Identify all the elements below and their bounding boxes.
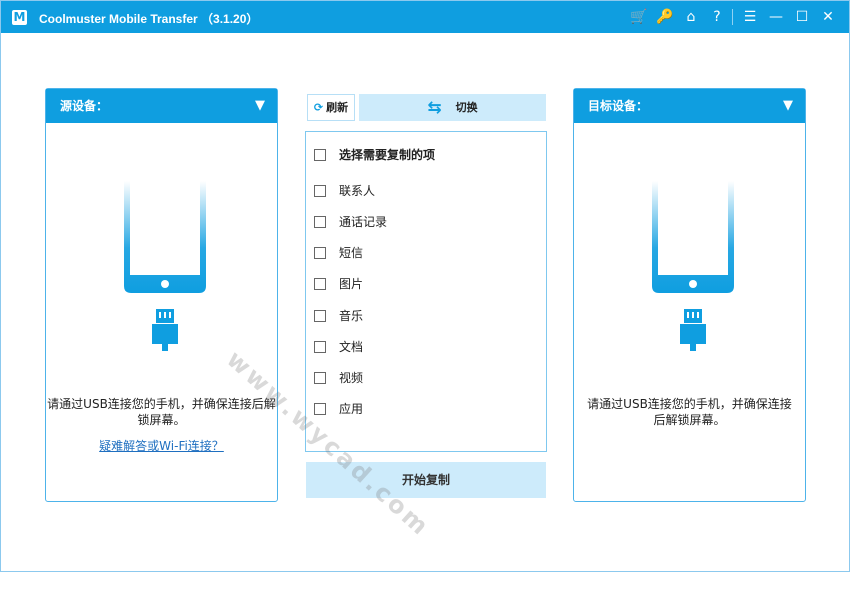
item-checkbox[interactable] xyxy=(314,309,326,322)
list-header: 选择需要复制的项 xyxy=(339,148,436,162)
home-icon[interactable]: ⌂ xyxy=(678,8,704,26)
list-item-label: 音乐 xyxy=(339,309,364,323)
list-item-label: 文档 xyxy=(339,340,364,354)
toolbar-divider xyxy=(732,9,733,25)
item-checkbox[interactable] xyxy=(314,184,326,197)
phone-usb-icon xyxy=(124,181,206,351)
select-all-checkbox[interactable] xyxy=(314,148,326,161)
phone-usb-icon xyxy=(652,181,734,351)
switch-button[interactable]: ⇆ 切换 xyxy=(359,94,546,121)
switch-label: 切换 xyxy=(455,101,478,114)
item-checkbox[interactable] xyxy=(314,340,326,353)
source-dropdown-icon[interactable]: ▼ xyxy=(255,89,265,123)
item-checkbox[interactable] xyxy=(314,215,326,228)
swap-arrows-icon: ⇆ xyxy=(427,98,442,118)
list-item-label: 通话记录 xyxy=(339,215,388,229)
list-item[interactable]: 联系人 xyxy=(314,182,375,199)
cart-icon[interactable]: 🛒 xyxy=(626,8,652,26)
title-bar[interactable]: M Coolmuster Mobile Transfer （3.1.20） 🛒 … xyxy=(1,1,849,33)
list-item[interactable]: 视频 xyxy=(314,369,363,386)
maximize-icon[interactable]: ☐ xyxy=(789,8,815,26)
target-dropdown-icon[interactable]: ▼ xyxy=(783,89,793,123)
target-device-label: 目标设备： xyxy=(588,99,649,113)
key-icon[interactable]: 🔑 xyxy=(652,8,678,26)
minimize-icon[interactable]: — xyxy=(763,8,789,26)
list-item-label: 短信 xyxy=(339,246,364,260)
source-device-panel: 源设备： ▼ 请通过USB连接您的手机，并确保连接后解锁屏幕。 疑难解答或Wi-… xyxy=(45,88,278,502)
list-item-label: 图片 xyxy=(339,277,364,291)
list-item-label: 应用 xyxy=(339,402,364,416)
list-item[interactable]: 图片 xyxy=(314,275,363,292)
select-all-row[interactable]: 选择需要复制的项 xyxy=(314,146,435,163)
item-checkbox[interactable] xyxy=(314,371,326,384)
item-checkbox[interactable] xyxy=(314,402,326,415)
refresh-button[interactable]: ⟳ 刷新 xyxy=(307,94,355,121)
target-device-panel: 目标设备： ▼ 请通过USB连接您的手机，并确保连接后解锁屏幕。 xyxy=(573,88,806,502)
content-list: 选择需要复制的项 联系人 通话记录 短信 图片 音乐 文档 视频 应用 xyxy=(305,131,547,452)
item-checkbox[interactable] xyxy=(314,277,326,290)
app-logo: M xyxy=(12,10,27,25)
help-link[interactable]: 疑难解答或Wi-Fi连接？ xyxy=(46,437,277,454)
source-device-header[interactable]: 源设备： ▼ xyxy=(46,89,277,123)
refresh-icon: ⟳ xyxy=(313,101,324,114)
target-instruction: 请通过USB连接您的手机，并确保连接后解锁屏幕。 xyxy=(587,397,792,427)
list-item[interactable]: 音乐 xyxy=(314,307,363,324)
refresh-label: 刷新 xyxy=(326,101,349,114)
source-instruction: 请通过USB连接您的手机，并确保连接后解锁屏幕。 xyxy=(47,397,276,427)
list-item[interactable]: 短信 xyxy=(314,244,363,261)
start-copy-label: 开始复制 xyxy=(401,473,450,487)
list-item[interactable]: 通话记录 xyxy=(314,213,387,230)
source-device-label: 源设备： xyxy=(60,99,109,113)
list-item-label: 视频 xyxy=(339,371,364,385)
app-title: Coolmuster Mobile Transfer （3.1.20） xyxy=(39,12,259,26)
list-item[interactable]: 应用 xyxy=(314,400,363,417)
start-copy-button[interactable]: 开始复制 xyxy=(306,462,546,498)
target-device-header[interactable]: 目标设备： ▼ xyxy=(574,89,805,123)
help-icon[interactable]: ? xyxy=(704,8,730,26)
close-icon[interactable]: ✕ xyxy=(815,8,841,26)
feedback-icon[interactable]: ☰ xyxy=(737,8,763,26)
item-checkbox[interactable] xyxy=(314,246,326,259)
list-item[interactable]: 文档 xyxy=(314,338,363,355)
list-item-label: 联系人 xyxy=(339,184,376,198)
